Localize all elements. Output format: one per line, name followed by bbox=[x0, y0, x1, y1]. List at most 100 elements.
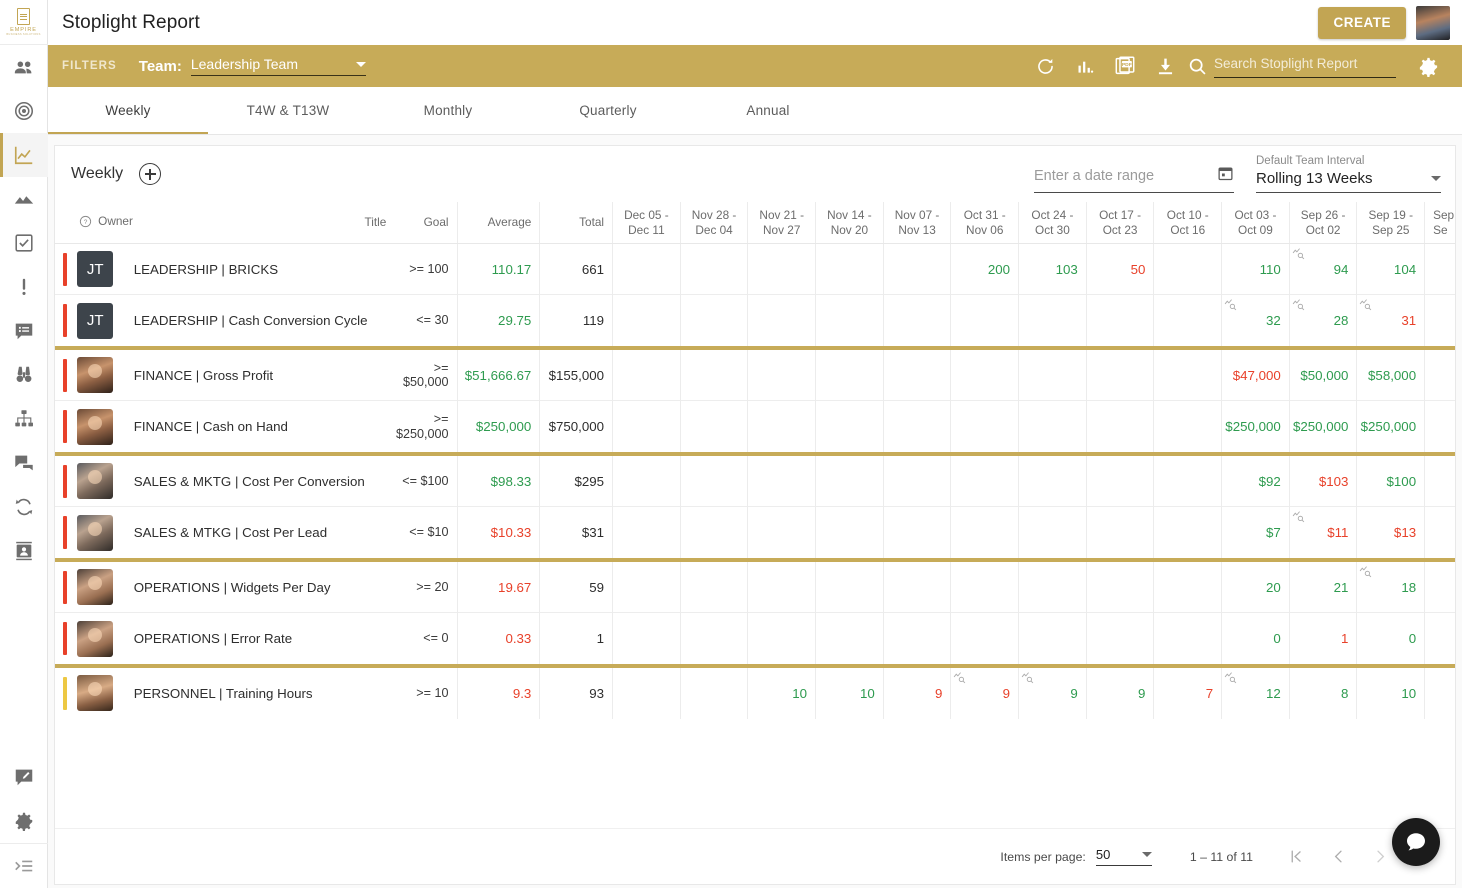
row-cell-12[interactable] bbox=[1425, 350, 1455, 401]
tab-annual[interactable]: Annual bbox=[688, 87, 848, 134]
row-cell-5[interactable] bbox=[951, 562, 1019, 613]
row-cell-11[interactable]: $58,000 bbox=[1357, 350, 1425, 401]
tab-monthly[interactable]: Monthly bbox=[368, 87, 528, 134]
previous-page-button[interactable] bbox=[1323, 842, 1353, 872]
row-cell-6[interactable] bbox=[1019, 456, 1087, 507]
row-cell-11[interactable]: $13 bbox=[1357, 507, 1425, 558]
row-cell-1[interactable] bbox=[680, 244, 748, 295]
row-owner[interactable]: JT bbox=[71, 244, 128, 295]
row-cell-5[interactable] bbox=[951, 350, 1019, 401]
row-cell-7[interactable] bbox=[1086, 295, 1154, 346]
row-cell-7[interactable] bbox=[1086, 613, 1154, 664]
row-cell-0[interactable] bbox=[613, 668, 681, 719]
chat-widget-button[interactable] bbox=[1392, 818, 1440, 866]
row-cell-4[interactable] bbox=[883, 295, 951, 346]
table-row[interactable]: FINANCE | Cash on Hand>= $250,000$250,00… bbox=[55, 401, 1455, 452]
column-date-9[interactable]: Oct 03 -Oct 09 bbox=[1222, 202, 1290, 244]
table-row[interactable]: PERSONNEL | Training Hours>= 109.3931010… bbox=[55, 668, 1455, 719]
row-cell-9[interactable]: 110 bbox=[1222, 244, 1290, 295]
create-button[interactable]: CREATE bbox=[1318, 7, 1406, 39]
table-row[interactable]: SALES & MTKG | Cost Per Lead<= $10$10.33… bbox=[55, 507, 1455, 558]
row-cell-0[interactable] bbox=[613, 350, 681, 401]
column-date-5[interactable]: Oct 31 -Nov 06 bbox=[951, 202, 1019, 244]
row-cell-7[interactable]: 50 bbox=[1086, 244, 1154, 295]
row-cell-6[interactable] bbox=[1019, 295, 1087, 346]
column-owner[interactable]: ? Owner bbox=[71, 202, 128, 244]
row-cell-0[interactable] bbox=[613, 244, 681, 295]
row-cell-1[interactable] bbox=[680, 668, 748, 719]
next-page-button[interactable] bbox=[1365, 842, 1395, 872]
row-cell-9[interactable]: $250,000 bbox=[1222, 401, 1290, 452]
row-cell-0[interactable] bbox=[613, 295, 681, 346]
tab-weekly[interactable]: Weekly bbox=[48, 87, 208, 134]
row-cell-6[interactable] bbox=[1019, 401, 1087, 452]
help-circle-icon[interactable]: ? bbox=[79, 215, 92, 228]
row-cell-7[interactable] bbox=[1086, 350, 1154, 401]
row-cell-4[interactable] bbox=[883, 456, 951, 507]
sidebar-item-rocks[interactable] bbox=[0, 177, 48, 221]
search-input[interactable] bbox=[1214, 56, 1396, 71]
row-cell-6[interactable]: 103 bbox=[1019, 244, 1087, 295]
row-cell-1[interactable] bbox=[680, 507, 748, 558]
report-settings-button[interactable] bbox=[1408, 45, 1448, 87]
column-date-11[interactable]: Sep 19 -Sep 25 bbox=[1357, 202, 1425, 244]
row-cell-2[interactable] bbox=[748, 244, 816, 295]
avatar[interactable] bbox=[77, 675, 113, 711]
download-button[interactable] bbox=[1145, 45, 1185, 87]
table-row[interactable]: JTLEADERSHIP | BRICKS>= 100110.176612001… bbox=[55, 244, 1455, 295]
row-cell-2[interactable] bbox=[748, 350, 816, 401]
row-cell-7[interactable] bbox=[1086, 562, 1154, 613]
row-cell-10[interactable]: $50,000 bbox=[1289, 350, 1357, 401]
sidebar-item-process[interactable] bbox=[0, 485, 48, 529]
items-per-page-select[interactable]: 50 bbox=[1096, 847, 1152, 866]
row-cell-10[interactable]: 8 bbox=[1289, 668, 1357, 719]
row-cell-3[interactable] bbox=[816, 613, 884, 664]
row-cell-3[interactable] bbox=[816, 295, 884, 346]
row-cell-9[interactable]: $92 bbox=[1222, 456, 1290, 507]
row-cell-4[interactable] bbox=[883, 401, 951, 452]
table-row[interactable]: SALES & MKTG | Cost Per Conversion<= $10… bbox=[55, 456, 1455, 507]
row-cell-12[interactable] bbox=[1425, 613, 1455, 664]
row-cell-5[interactable] bbox=[951, 456, 1019, 507]
measurables-table-scroll[interactable]: ? Owner Title Goal Average Total Dec 05 … bbox=[55, 202, 1455, 828]
row-cell-2[interactable] bbox=[748, 562, 816, 613]
row-cell-4[interactable] bbox=[883, 244, 951, 295]
chart-detail-icon[interactable] bbox=[1359, 565, 1372, 578]
sidebar-item-issues[interactable] bbox=[0, 265, 48, 309]
row-cell-7[interactable] bbox=[1086, 507, 1154, 558]
row-cell-12[interactable] bbox=[1425, 562, 1455, 613]
first-page-button[interactable] bbox=[1281, 842, 1311, 872]
sidebar-item-settings[interactable] bbox=[0, 799, 48, 843]
row-cell-6[interactable] bbox=[1019, 562, 1087, 613]
row-cell-1[interactable] bbox=[680, 613, 748, 664]
chart-view-button[interactable] bbox=[1065, 45, 1105, 87]
avatar[interactable]: JT bbox=[77, 251, 113, 287]
row-cell-4[interactable] bbox=[883, 613, 951, 664]
row-owner[interactable] bbox=[71, 350, 128, 401]
row-cell-9[interactable]: $7 bbox=[1222, 507, 1290, 558]
row-cell-10[interactable]: 94 bbox=[1289, 244, 1357, 295]
row-cell-9[interactable]: 0 bbox=[1222, 613, 1290, 664]
row-cell-3[interactable] bbox=[816, 507, 884, 558]
brand-logo[interactable]: EMPIRE BUSINESS SOLUTIONS bbox=[0, 0, 48, 45]
search-icon[interactable] bbox=[1187, 56, 1208, 77]
row-cell-1[interactable] bbox=[680, 295, 748, 346]
row-cell-7[interactable] bbox=[1086, 401, 1154, 452]
chart-detail-icon[interactable] bbox=[1292, 298, 1305, 311]
sidebar-item-vision[interactable] bbox=[0, 353, 48, 397]
row-cell-0[interactable] bbox=[613, 507, 681, 558]
row-cell-11[interactable]: 0 bbox=[1357, 613, 1425, 664]
sidebar-item-team[interactable] bbox=[0, 45, 48, 89]
row-cell-2[interactable]: 10 bbox=[748, 668, 816, 719]
table-row[interactable]: JTLEADERSHIP | Cash Conversion Cycle<= 3… bbox=[55, 295, 1455, 346]
row-cell-10[interactable]: $103 bbox=[1289, 456, 1357, 507]
row-cell-12[interactable] bbox=[1425, 244, 1455, 295]
row-cell-3[interactable] bbox=[816, 401, 884, 452]
row-title[interactable]: PERSONNEL | Training Hours bbox=[128, 668, 395, 719]
user-avatar[interactable] bbox=[1416, 6, 1450, 40]
row-cell-1[interactable] bbox=[680, 350, 748, 401]
column-average[interactable]: Average bbox=[457, 202, 540, 244]
chart-detail-icon[interactable] bbox=[1292, 247, 1305, 260]
row-cell-11[interactable]: 10 bbox=[1357, 668, 1425, 719]
row-cell-8[interactable] bbox=[1154, 507, 1222, 558]
